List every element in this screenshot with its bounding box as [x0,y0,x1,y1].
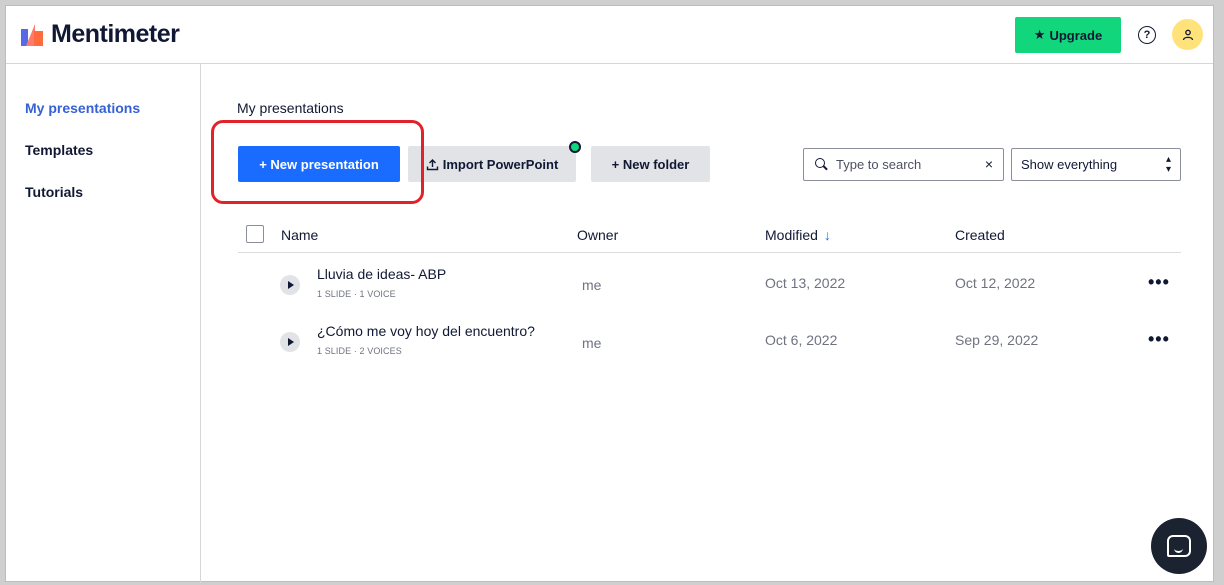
created-cell: Oct 12, 2022 [955,275,1036,291]
chevron-up-down-icon: ▴ ▾ [1165,154,1171,175]
top-bar: Mentimeter ★ Upgrade ? [6,6,1213,64]
upgrade-label: Upgrade [1049,27,1103,43]
clear-icon[interactable]: × [985,156,993,172]
presentation-meta: 1 SLIDE · 2 VOICES [317,346,402,356]
modified-label: Modified [765,227,818,243]
sidebar-item-my-presentations[interactable]: My presentations [25,100,140,116]
presentation-name[interactable]: ¿Cómo me voy hoy del encuentro? [317,323,535,339]
logo[interactable]: Mentimeter [21,20,180,49]
mentimeter-logo-icon [21,23,43,46]
import-label: Import PowerPoint [442,156,559,172]
sidebar-item-tutorials[interactable]: Tutorials [25,184,83,200]
page-title: My presentations [237,100,344,116]
modified-cell: Oct 13, 2022 [765,275,846,291]
created-cell: Sep 29, 2022 [955,332,1039,348]
more-options-icon[interactable]: ••• [1148,329,1170,350]
user-icon [1182,29,1193,40]
new-presentation-button[interactable]: + New presentation [238,146,400,182]
search-input[interactable] [836,157,976,172]
owner-cell: me [582,335,602,351]
table-row[interactable]: Lluvia de ideas- ABP 1 SLIDE · 1 VOICE m… [238,258,1181,314]
owner-cell: me [582,277,602,293]
new-folder-button[interactable]: + New folder [591,146,710,182]
column-header-modified[interactable]: Modified ↓ [765,227,831,243]
modified-cell: Oct 6, 2022 [765,332,838,348]
presentation-meta: 1 SLIDE · 1 VOICE [317,289,396,299]
upgrade-button[interactable]: ★ Upgrade [1015,17,1121,53]
chat-icon [1167,535,1191,557]
brand-name: Mentimeter [51,20,180,48]
column-header-owner[interactable]: Owner [577,227,618,243]
more-options-icon[interactable]: ••• [1148,272,1170,293]
avatar[interactable] [1172,19,1203,50]
import-powerpoint-button[interactable]: Import PowerPoint [408,146,576,182]
table-divider [238,252,1181,253]
chat-support-button[interactable] [1151,518,1207,574]
filter-selected-value: Show everything [1021,157,1118,172]
column-header-name[interactable]: Name [281,227,318,243]
play-icon[interactable] [280,332,300,352]
help-icon[interactable]: ? [1138,26,1156,44]
search-icon [815,158,828,171]
sidebar: My presentations Templates Tutorials [6,64,201,583]
star-icon: ★ [1033,27,1046,42]
select-all-checkbox[interactable] [246,225,264,243]
search-box[interactable]: × [803,148,1004,181]
sidebar-item-templates[interactable]: Templates [25,142,93,158]
presentation-name[interactable]: Lluvia de ideas- ABP [317,266,446,282]
sort-down-icon: ↓ [823,227,831,243]
new-feature-badge-icon [569,141,581,153]
filter-select[interactable]: Show everything ▴ ▾ [1011,148,1181,181]
play-icon[interactable] [280,275,300,295]
table-row[interactable]: ¿Cómo me voy hoy del encuentro? 1 SLIDE … [238,315,1181,371]
column-header-created[interactable]: Created [955,227,1005,243]
upload-icon [426,158,438,170]
